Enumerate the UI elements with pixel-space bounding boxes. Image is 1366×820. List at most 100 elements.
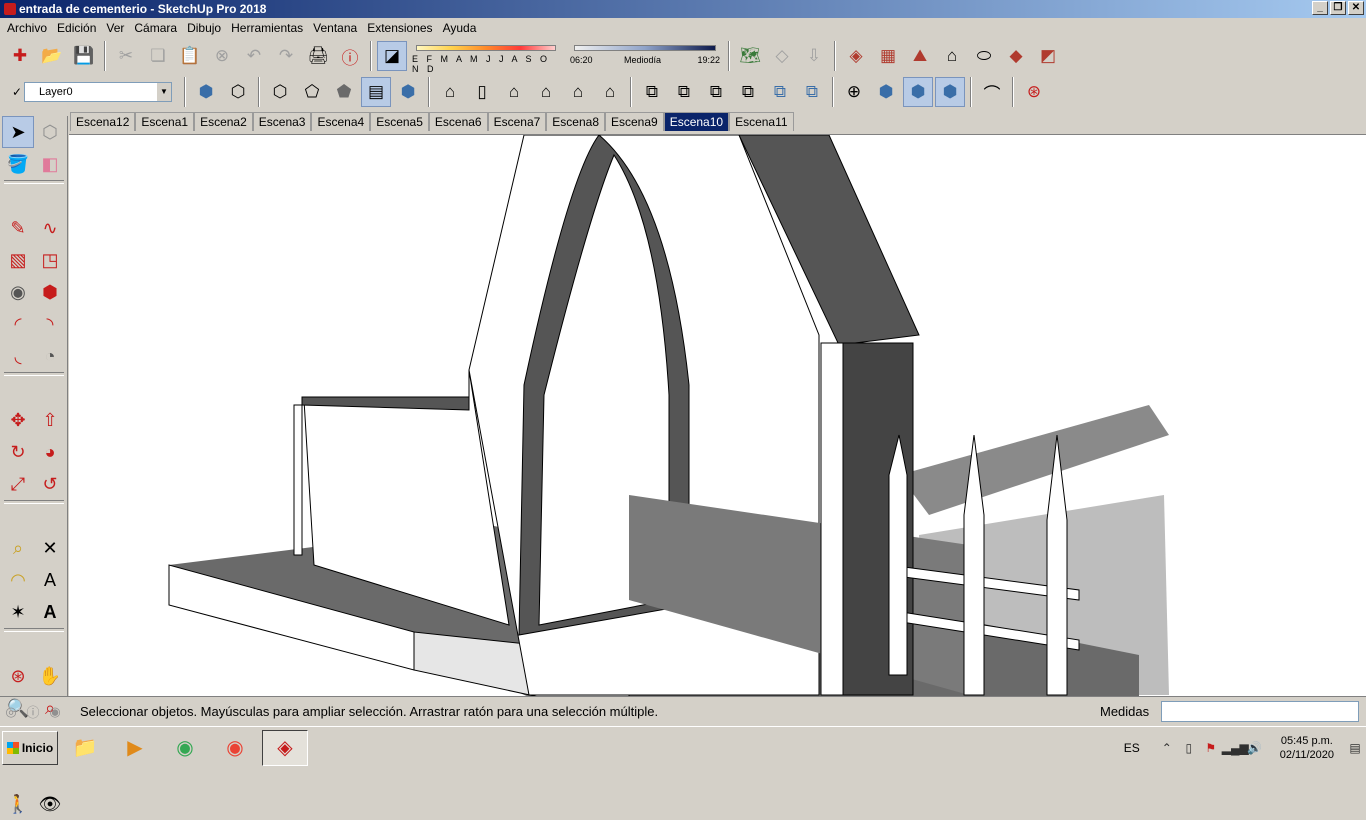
print-icon[interactable]: 🖨 bbox=[303, 41, 333, 71]
menu-ayuda[interactable]: Ayuda bbox=[438, 18, 482, 38]
subtract-icon[interactable]: ⧉ bbox=[733, 77, 763, 107]
paste-icon[interactable]: 📋 bbox=[175, 41, 205, 71]
minimize-icon[interactable]: _ bbox=[1312, 1, 1328, 15]
shaded-style-icon[interactable]: ⬟ bbox=[329, 77, 359, 107]
tab-escena11[interactable]: Escena11 bbox=[729, 112, 794, 131]
back-edges-style-icon[interactable]: ⬡ bbox=[223, 77, 253, 107]
left-view-icon[interactable]: ⌂ bbox=[595, 77, 625, 107]
action-center-icon[interactable]: ⚑ bbox=[1200, 741, 1222, 755]
iso-view-icon[interactable]: ⌂ bbox=[435, 77, 465, 107]
tab-escena7[interactable]: Escena7 bbox=[487, 112, 547, 131]
3d-text-icon[interactable]: A bbox=[34, 596, 66, 628]
shadow-date-slider[interactable]: E F M A M J J A S O N D bbox=[412, 41, 562, 74]
pie-icon[interactable]: ◔ bbox=[34, 340, 66, 372]
add-detail-icon[interactable]: ◆ bbox=[1001, 41, 1031, 71]
position-camera-icon[interactable]: ⊕ bbox=[839, 77, 869, 107]
tab-escena12[interactable]: Escena12 bbox=[70, 112, 136, 131]
geolocation-icon[interactable]: ◎ bbox=[0, 704, 22, 720]
soften-edges-icon[interactable]: ⌒ bbox=[977, 77, 1007, 107]
stamp-icon[interactable]: ⌂ bbox=[937, 41, 967, 71]
shadows-toggle-icon[interactable]: ◪ bbox=[377, 41, 407, 71]
pencil-icon[interactable]: ✎ bbox=[2, 212, 34, 244]
chrome-taskbar-icon[interactable]: ◉ bbox=[162, 730, 208, 766]
restore-icon[interactable]: ❐ bbox=[1330, 1, 1346, 15]
tab-escena6[interactable]: Escena6 bbox=[428, 112, 488, 131]
look-around-icon[interactable]: 👁 bbox=[34, 788, 66, 820]
hidden-line-style-icon[interactable]: ⬠ bbox=[297, 77, 327, 107]
move-icon[interactable]: ✥ bbox=[2, 404, 34, 436]
new-file-icon[interactable]: ✚ bbox=[5, 41, 35, 71]
follow-me-icon[interactable]: ◕ bbox=[34, 436, 66, 468]
erase-icon[interactable]: ⊗ bbox=[207, 41, 237, 71]
circle-icon[interactable]: ◉ bbox=[2, 276, 34, 308]
media-player-taskbar-icon[interactable]: ▶ bbox=[112, 730, 158, 766]
model-info-icon[interactable]: ⓘ bbox=[335, 41, 365, 71]
flip-edge-icon[interactable]: ◩ bbox=[1033, 41, 1063, 71]
copy-icon[interactable]: ❏ bbox=[143, 41, 173, 71]
tab-escena8[interactable]: Escena8 bbox=[546, 112, 605, 131]
tab-escena9[interactable]: Escena9 bbox=[605, 112, 664, 131]
menu-ventana[interactable]: Ventana bbox=[308, 18, 362, 38]
menu-archivo[interactable]: Archivo bbox=[2, 18, 52, 38]
menu-edicion[interactable]: Edición bbox=[52, 18, 101, 38]
union-icon[interactable]: ⧉ bbox=[701, 77, 731, 107]
explorer-taskbar-icon[interactable]: 📁 bbox=[62, 730, 108, 766]
menu-dibujo[interactable]: Dibujo bbox=[182, 18, 226, 38]
rotate-icon[interactable]: ↻ bbox=[2, 436, 34, 468]
layer-dropdown[interactable]: Layer0 ▼ bbox=[24, 82, 172, 102]
save-icon[interactable]: 💾 bbox=[69, 41, 99, 71]
add-location-icon[interactable]: 🗺 bbox=[735, 41, 765, 71]
tab-escena4[interactable]: Escena4 bbox=[311, 112, 371, 131]
freehand-icon[interactable]: ∿ bbox=[34, 212, 66, 244]
orbit-icon[interactable]: ⊛ bbox=[2, 660, 34, 692]
redo-icon[interactable]: ↷ bbox=[271, 41, 301, 71]
user-icon[interactable]: ◉ bbox=[44, 704, 66, 720]
rectangle-icon[interactable]: ▧ bbox=[2, 244, 34, 276]
front-view-icon[interactable]: ⌂ bbox=[499, 77, 529, 107]
sandbox-contours-icon[interactable]: ◈ bbox=[841, 41, 871, 71]
tape-measure-icon[interactable]: ⌕ bbox=[2, 532, 34, 564]
battery-icon[interactable]: ▯ bbox=[1178, 741, 1200, 755]
back-view-icon[interactable]: ⌂ bbox=[563, 77, 593, 107]
drape-icon[interactable]: ⬭ bbox=[969, 41, 999, 71]
tab-escena2[interactable]: Escena2 bbox=[194, 112, 253, 131]
intersect-icon[interactable]: ⧉ bbox=[669, 77, 699, 107]
notification-icon[interactable]: ▤ bbox=[1344, 741, 1366, 755]
section-cut-icon[interactable]: ⬢ bbox=[935, 77, 965, 107]
sketchup-taskbar-icon[interactable]: ◈ bbox=[262, 729, 308, 766]
xray-style-icon[interactable]: ⬢ bbox=[191, 77, 221, 107]
sandbox-scratch-icon[interactable]: ▦ bbox=[873, 41, 903, 71]
credits-icon[interactable]: ⓘ bbox=[22, 702, 44, 721]
photo-texture-icon[interactable]: ⇩ bbox=[799, 41, 829, 71]
trim-icon[interactable]: ⧉ bbox=[765, 77, 795, 107]
three-point-arc-icon[interactable]: ◟ bbox=[2, 340, 34, 372]
section-plane-icon[interactable]: ⬢ bbox=[871, 77, 901, 107]
scale-icon[interactable]: ⤢ bbox=[2, 468, 34, 500]
right-view-icon[interactable]: ⌂ bbox=[531, 77, 561, 107]
close-icon[interactable]: ✕ bbox=[1348, 1, 1364, 15]
drawing-viewport[interactable] bbox=[69, 134, 1366, 696]
cut-icon[interactable]: ✂ bbox=[111, 41, 141, 71]
protractor-icon[interactable]: ◠ bbox=[2, 564, 34, 596]
section-display-icon[interactable]: ⬢ bbox=[903, 77, 933, 107]
polygon-icon[interactable]: ⬢ bbox=[34, 276, 66, 308]
outer-shell-icon[interactable]: ⧉ bbox=[637, 77, 667, 107]
eraser-icon[interactable]: ◧ bbox=[34, 148, 66, 180]
top-view-icon[interactable]: ▯ bbox=[467, 77, 497, 107]
wireframe-style-icon[interactable]: ⬡ bbox=[265, 77, 295, 107]
axes-icon[interactable]: ✶ bbox=[2, 596, 34, 628]
select-icon[interactable]: ➤ bbox=[2, 116, 34, 148]
split-icon[interactable]: ⧉ bbox=[797, 77, 827, 107]
menu-herramientas[interactable]: Herramientas bbox=[226, 18, 308, 38]
menu-ver[interactable]: Ver bbox=[101, 18, 129, 38]
network-icon[interactable]: ▂▄▆ bbox=[1222, 741, 1249, 755]
clock[interactable]: 05:45 p.m. 02/11/2020 bbox=[1280, 734, 1334, 762]
chrome-profile-taskbar-icon[interactable]: ◉ bbox=[212, 730, 258, 766]
push-pull-icon[interactable]: ⇧ bbox=[34, 404, 66, 436]
pan-icon[interactable]: ✋ bbox=[34, 660, 66, 692]
tab-escena3[interactable]: Escena3 bbox=[252, 112, 312, 131]
open-folder-icon[interactable]: 📂 bbox=[37, 41, 67, 71]
smoove-icon[interactable]: ⛰ bbox=[905, 41, 935, 71]
tab-escena10[interactable]: Escena10 bbox=[663, 112, 730, 131]
walk-icon[interactable]: 🚶 bbox=[2, 788, 34, 820]
